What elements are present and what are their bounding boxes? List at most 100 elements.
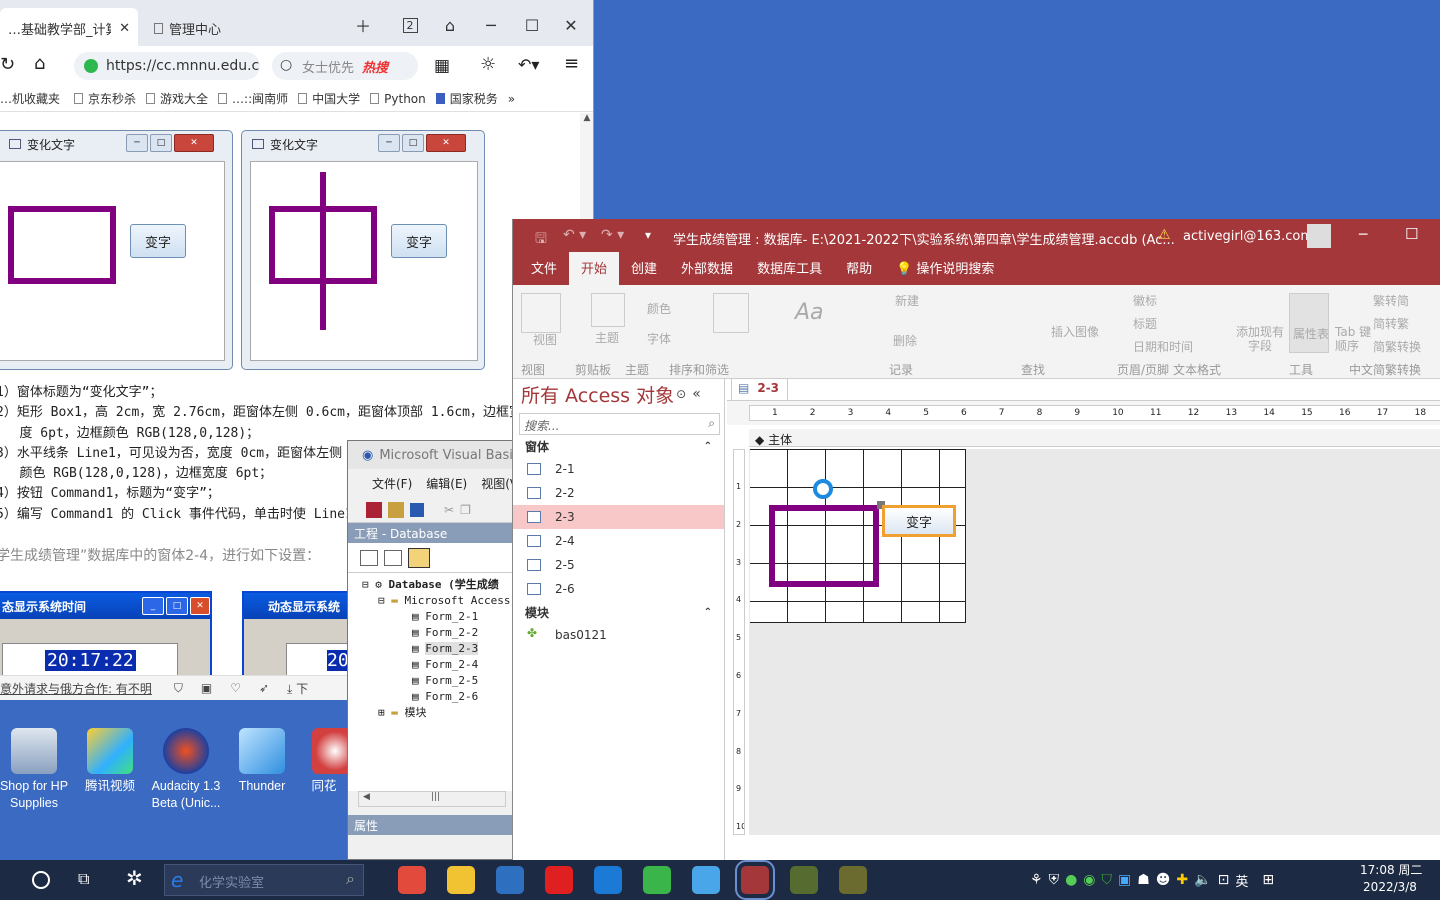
tab-admin[interactable]: 管理中心 bbox=[146, 8, 336, 48]
change-text-button[interactable]: 变字 bbox=[130, 224, 186, 258]
theme-icon[interactable] bbox=[591, 293, 625, 327]
change-text-button[interactable]: 变字 bbox=[391, 224, 447, 258]
desktop-icon-hp[interactable]: Shop for HP Supplies bbox=[0, 728, 70, 812]
task-view-icon[interactable]: ⧉ bbox=[78, 869, 89, 889]
kugou-taskbar-icon[interactable] bbox=[594, 866, 622, 894]
nav-search-input[interactable]: 搜索... ⌕ bbox=[519, 413, 720, 435]
close-window-button[interactable]: ✕ bbox=[551, 8, 591, 42]
ribbon-button[interactable]: Tab 键顺序 bbox=[1335, 325, 1377, 353]
calculator-taskbar-icon[interactable] bbox=[496, 866, 524, 894]
keyboard-icon[interactable]: ⊞ bbox=[1262, 872, 1274, 888]
url-field[interactable]: https://cc.mnnu.edu.c bbox=[74, 52, 260, 80]
shield-icon[interactable]: ⛉ bbox=[174, 681, 183, 696]
bookmark-item[interactable]: 京东秒杀 bbox=[74, 90, 136, 107]
360-taskbar-icon[interactable] bbox=[643, 866, 671, 894]
user-account[interactable]: activegirl@163.com bbox=[1183, 229, 1313, 244]
redo-icon[interactable]: ↷ ▾ bbox=[601, 227, 624, 243]
tree-root[interactable]: ⊟ ⚙ Database (学生成绩 bbox=[362, 577, 516, 593]
bookmark-item[interactable]: 中国大学 bbox=[298, 90, 360, 107]
tray-icon[interactable]: ☗ bbox=[1137, 872, 1150, 888]
download-icon[interactable]: ⤓ 下 bbox=[287, 680, 308, 697]
tree-form-item[interactable]: ▤ Form_2-2 bbox=[362, 625, 516, 641]
tree-folder[interactable]: ⊟ ▬ Microsoft Access bbox=[362, 593, 516, 609]
collapse-icon[interactable]: ⌃ bbox=[704, 607, 712, 618]
pinwheel-icon[interactable]: ✲ bbox=[126, 866, 143, 890]
collapse-pane-icon[interactable]: « bbox=[692, 386, 701, 402]
minimize-button[interactable]: ─ bbox=[1359, 227, 1367, 243]
ribbon-button[interactable]: 删除 bbox=[893, 332, 917, 349]
horizontal-scrollbar[interactable]: ◀ ||| bbox=[358, 791, 506, 807]
ribbon-button[interactable]: 标题 bbox=[1133, 315, 1157, 332]
image-icon[interactable]: ▣ bbox=[201, 681, 212, 695]
apps-grid-icon[interactable]: ▦ bbox=[434, 56, 450, 76]
heart-icon[interactable]: ♡ bbox=[230, 681, 241, 695]
volume-icon[interactable]: 🔈 bbox=[1194, 872, 1211, 888]
tab-create[interactable]: 创建 bbox=[619, 258, 669, 285]
ribbon-button[interactable]: 新建 bbox=[895, 292, 919, 309]
bookmark-item[interactable]: 游戏大全 bbox=[146, 90, 208, 107]
form-detail-grid[interactable]: 变字 bbox=[750, 449, 966, 623]
tab-file[interactable]: 文件 bbox=[513, 258, 569, 285]
tab-active[interactable]: …基础教学部_计算机应 ✕ bbox=[0, 8, 138, 48]
section-bar-detail[interactable]: ◆ 主体 bbox=[749, 429, 1440, 447]
bookmark-item[interactable]: 国家税务 bbox=[435, 90, 498, 107]
explorer-taskbar-icon[interactable] bbox=[447, 866, 475, 894]
view-object-icon[interactable] bbox=[384, 549, 402, 566]
ribbon-button[interactable]: 字体 bbox=[647, 330, 671, 347]
insert-icon[interactable] bbox=[388, 501, 404, 518]
tab-external-data[interactable]: 外部数据 bbox=[669, 258, 745, 285]
close-icon[interactable]: ✕ bbox=[119, 21, 130, 36]
nav-item-form[interactable]: 2-1 bbox=[513, 457, 724, 481]
menu-icon[interactable]: ≡ bbox=[564, 53, 579, 74]
close-icon[interactable]: ✕ bbox=[190, 597, 210, 615]
tree-form-item[interactable]: ▤ Form_2-3 bbox=[362, 641, 516, 657]
tree-form-item[interactable]: ▤ Form_2-4 bbox=[362, 657, 516, 673]
home-icon[interactable]: ⌂ bbox=[34, 53, 45, 74]
nav-item-form-selected[interactable]: 2-3 bbox=[513, 505, 724, 529]
property-sheet-button[interactable] bbox=[1289, 293, 1329, 353]
tree-form-item[interactable]: ▤ Form_2-6 bbox=[362, 689, 516, 705]
shirt-icon[interactable]: ⌂ bbox=[430, 8, 470, 42]
nav-item-form[interactable]: 2-2 bbox=[513, 481, 724, 505]
vba-taskbar-icon[interactable] bbox=[790, 866, 818, 894]
minimize-icon[interactable]: _ bbox=[142, 597, 164, 615]
close-icon[interactable]: ✕ bbox=[174, 134, 214, 152]
customize-toolbar-icon[interactable]: ▾ bbox=[645, 228, 651, 242]
chevron-down-icon[interactable]: ⊙ bbox=[676, 387, 686, 401]
toggle-folders-icon[interactable] bbox=[408, 547, 430, 568]
maximize-icon[interactable]: □ bbox=[150, 134, 172, 152]
bookmark-item[interactable]: Python bbox=[370, 92, 426, 106]
desktop-icon-thunder[interactable]: Thunder bbox=[226, 728, 298, 795]
tray-icon[interactable]: ⛨ bbox=[1049, 872, 1060, 888]
cortana-icon[interactable] bbox=[32, 871, 50, 889]
tab-home[interactable]: 开始 bbox=[569, 252, 620, 285]
tree-form-item[interactable]: ▤ Form_2-5 bbox=[362, 673, 516, 689]
copy-icon[interactable]: ❐ bbox=[460, 503, 471, 517]
qq-icon[interactable]: ☻ bbox=[1156, 872, 1171, 888]
tray-icon[interactable]: ⚘ bbox=[1030, 872, 1043, 888]
tab-counter-button[interactable]: 2 bbox=[390, 8, 430, 42]
ribbon-button[interactable]: 简繁转换 bbox=[1373, 338, 1421, 355]
maximize-button[interactable]: ☐ bbox=[512, 8, 552, 42]
reload-icon[interactable]: ↻ bbox=[0, 54, 15, 75]
clock[interactable]: 17:08 周二 2022/3/8 bbox=[1360, 862, 1422, 896]
tree-form-item[interactable]: ▤ Form_2-1 bbox=[362, 609, 516, 625]
undo-icon[interactable]: ↶▾ bbox=[518, 55, 539, 74]
save-icon[interactable]: 🖫 bbox=[535, 228, 547, 252]
avatar[interactable] bbox=[1307, 224, 1331, 248]
text-icon[interactable]: Aa bbox=[795, 300, 824, 325]
maximize-icon[interactable]: □ bbox=[402, 134, 424, 152]
maximize-button[interactable]: ☐ bbox=[1405, 225, 1418, 243]
tell-me-search[interactable]: 💡 操作说明搜索 bbox=[884, 258, 1006, 285]
taskbar-search[interactable]: e 化学实验室 ⌕ bbox=[164, 864, 364, 896]
ribbon-button[interactable]: 添加现有字段 bbox=[1235, 325, 1285, 353]
ribbon-button[interactable]: 徽标 bbox=[1133, 292, 1157, 309]
youdao-taskbar-icon[interactable] bbox=[545, 866, 573, 894]
ribbon-button[interactable]: 简转繁 bbox=[1373, 315, 1409, 332]
nav-item-form[interactable]: 2-5 bbox=[513, 553, 724, 577]
tray-icon[interactable]: ◉ bbox=[1083, 872, 1095, 888]
save-icon[interactable] bbox=[410, 502, 424, 517]
view-icon[interactable] bbox=[521, 293, 561, 333]
desktop-icon-tonghuashun[interactable]: 同花 bbox=[300, 728, 348, 795]
ribbon-button[interactable]: 属性表 bbox=[1293, 325, 1329, 342]
